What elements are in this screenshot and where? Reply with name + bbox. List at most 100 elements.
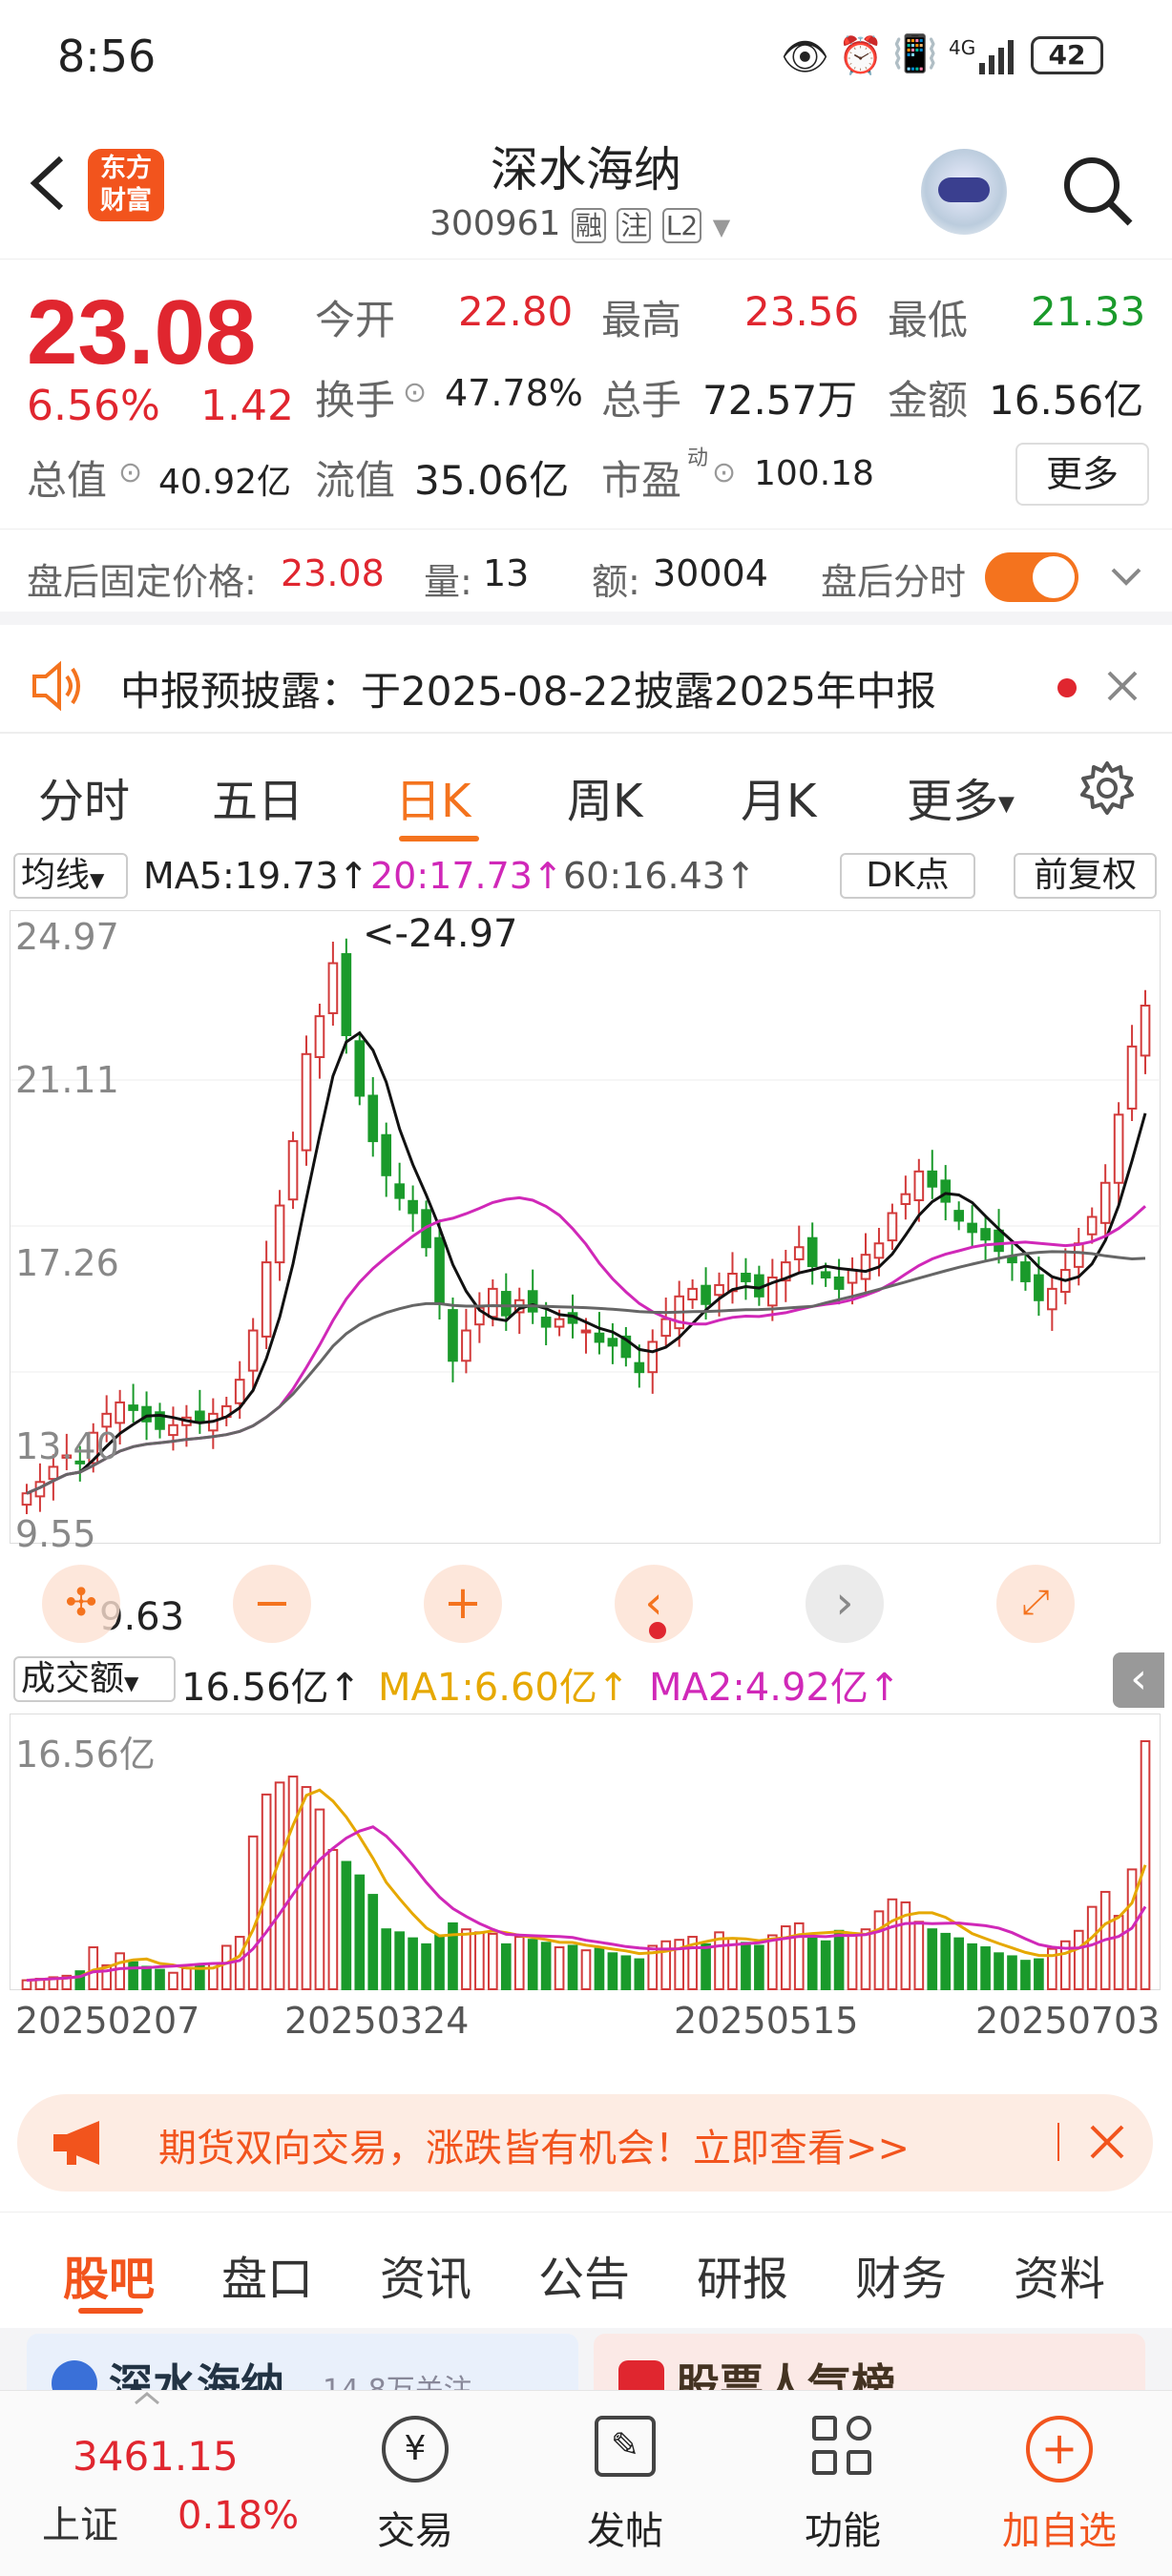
scroll-right-icon[interactable]: ›: [806, 1565, 884, 1643]
after-amt-label: 额:: [592, 561, 640, 603]
chevron-down-icon[interactable]: [1107, 558, 1145, 596]
candle-body: [261, 1261, 272, 1338]
candle-body: [833, 1276, 845, 1290]
close-ad-icon[interactable]: [1088, 2123, 1126, 2161]
cards-row: 深水海纳 14.8万关注 股票人气榜: [0, 2328, 1172, 2411]
dk-point-button[interactable]: DK点: [840, 853, 975, 899]
tab-news[interactable]: 资讯: [380, 2241, 471, 2308]
info-icon[interactable]: ⊙: [712, 456, 736, 489]
notice-text: 中报预披露：于2025-08-22披露2025年中报: [120, 668, 936, 715]
price-pane[interactable]: [10, 910, 1162, 1544]
tab-intraday[interactable]: 分时: [38, 763, 130, 830]
index-name: 上证: [42, 2503, 118, 2547]
close-icon[interactable]: [1103, 667, 1141, 705]
add-watchlist-button[interactable]: + 加自选: [993, 2416, 1126, 2568]
tab-profile[interactable]: 资料: [1014, 2241, 1105, 2308]
after-hours-bar: 盘后固定价格: 23.08 量: 13 额: 30004 盘后分时: [0, 530, 1172, 625]
candle-body: [580, 1329, 592, 1334]
search-icon[interactable]: [1059, 153, 1136, 229]
candle-body: [554, 1318, 565, 1328]
crosshair-icon[interactable]: ✣: [42, 1565, 120, 1643]
volume-bar: [301, 1786, 312, 1991]
index-value[interactable]: 3461.15: [73, 2433, 239, 2480]
candle-body: [820, 1271, 831, 1278]
collapse-panel-icon[interactable]: ‹: [1113, 1652, 1164, 1708]
quote-panel: 23.08 6.56% 1.42 今开 22.80 最高 23.56 最低 21…: [0, 260, 1172, 530]
volume-pane[interactable]: [10, 1714, 1161, 1991]
volume-bar: [820, 1940, 831, 1990]
volume-bar: [367, 1894, 379, 1990]
tab-more[interactable]: 更多▼: [907, 763, 1015, 830]
zoom-out-icon[interactable]: −: [233, 1565, 311, 1643]
zoom-in-icon[interactable]: +: [424, 1565, 502, 1643]
after-toggle-label: 盘后分时: [821, 561, 967, 603]
candle-body: [1047, 1287, 1057, 1311]
pe-label: 市盈: [601, 457, 682, 504]
post-label: 发帖: [587, 2509, 663, 2553]
info-icon[interactable]: ⊙: [403, 376, 427, 409]
tab-guba[interactable]: 股吧: [63, 2241, 155, 2308]
candle-body: [1113, 1113, 1124, 1184]
more-button[interactable]: 更多: [1015, 443, 1149, 506]
fullscreen-icon[interactable]: ⤢: [996, 1565, 1075, 1643]
volume-bar: [980, 1946, 991, 1991]
trade-label: 交易: [377, 2509, 453, 2553]
candle-body: [367, 1094, 379, 1143]
candle-body: [195, 1410, 205, 1423]
pe-sup: 动: [687, 447, 709, 470]
volume-bar: [634, 1958, 645, 1990]
volume-bar: [381, 1928, 392, 1991]
reg-badge: 注: [617, 208, 652, 243]
dropdown-icon[interactable]: ▼: [713, 214, 730, 240]
ma-select[interactable]: 均线▼: [13, 853, 128, 899]
indicator-select[interactable]: 成交额▼: [13, 1656, 176, 1702]
candle-body: [927, 1170, 938, 1188]
pull-up-indicator[interactable]: [134, 2391, 160, 2405]
tab-pankou[interactable]: 盘口: [221, 2241, 313, 2308]
volume-bar: [994, 1952, 1004, 1991]
amount-value: 16.56亿: [989, 377, 1144, 424]
settings-gear-icon[interactable]: [1078, 759, 1136, 817]
tab-finance[interactable]: 财务: [855, 2241, 947, 2308]
functions-button[interactable]: 功能: [790, 2416, 895, 2568]
pe-value: 100.18: [754, 454, 874, 493]
tab-monthly-k[interactable]: 月K: [741, 763, 816, 830]
volume-bar: [1007, 1955, 1017, 1990]
tab-5day[interactable]: 五日: [212, 763, 303, 830]
open-label: 今开: [315, 297, 396, 343]
candle-body: [913, 1170, 925, 1202]
candle-body: [354, 1040, 366, 1097]
candle-body: [1020, 1261, 1031, 1282]
notice-bar[interactable]: 中报预披露：于2025-08-22披露2025年中报: [0, 638, 1172, 734]
candle-body: [314, 1015, 325, 1058]
margin-badge: 融: [571, 208, 606, 243]
volume-bar: [527, 1939, 538, 1990]
stock-header: 东方 财富 深水海纳 300961 融 注 L2 ▼: [0, 114, 1172, 260]
volume-bar: [247, 1835, 259, 1990]
volume-bar: [940, 1932, 952, 1991]
tab-research[interactable]: 研报: [697, 2241, 788, 2308]
post-button[interactable]: ✎ 发帖: [573, 2416, 678, 2568]
trade-button[interactable]: ¥ 交易: [363, 2416, 468, 2568]
futures-ad-banner[interactable]: 期货双向交易，涨跌皆有机会！立即查看>>: [17, 2094, 1153, 2192]
candle-body: [1086, 1215, 1098, 1236]
low-value: 21.33: [1031, 288, 1146, 335]
volume-bar: [540, 1942, 552, 1991]
robot-assistant-icon[interactable]: [921, 149, 1007, 235]
volume-bar: [927, 1928, 938, 1991]
x-label-2: 20250324: [284, 2000, 470, 2042]
y-tick-3: 17.26: [15, 1242, 119, 1284]
candle-body: [887, 1212, 898, 1242]
candle-body: [408, 1199, 418, 1215]
candle-body: [714, 1283, 724, 1297]
after-price: 23.08: [281, 552, 385, 594]
tab-weekly-k[interactable]: 周K: [567, 763, 642, 830]
info-icon[interactable]: ⊙: [118, 456, 142, 489]
candle-body: [247, 1329, 259, 1372]
tab-daily-k[interactable]: 日K: [395, 763, 471, 830]
tab-announcements[interactable]: 公告: [538, 2241, 630, 2308]
after-hours-toggle[interactable]: [985, 552, 1078, 602]
volume-bar: [287, 1776, 299, 1990]
candle-body: [327, 962, 339, 1014]
adjust-button[interactable]: 前复权: [1014, 853, 1157, 899]
